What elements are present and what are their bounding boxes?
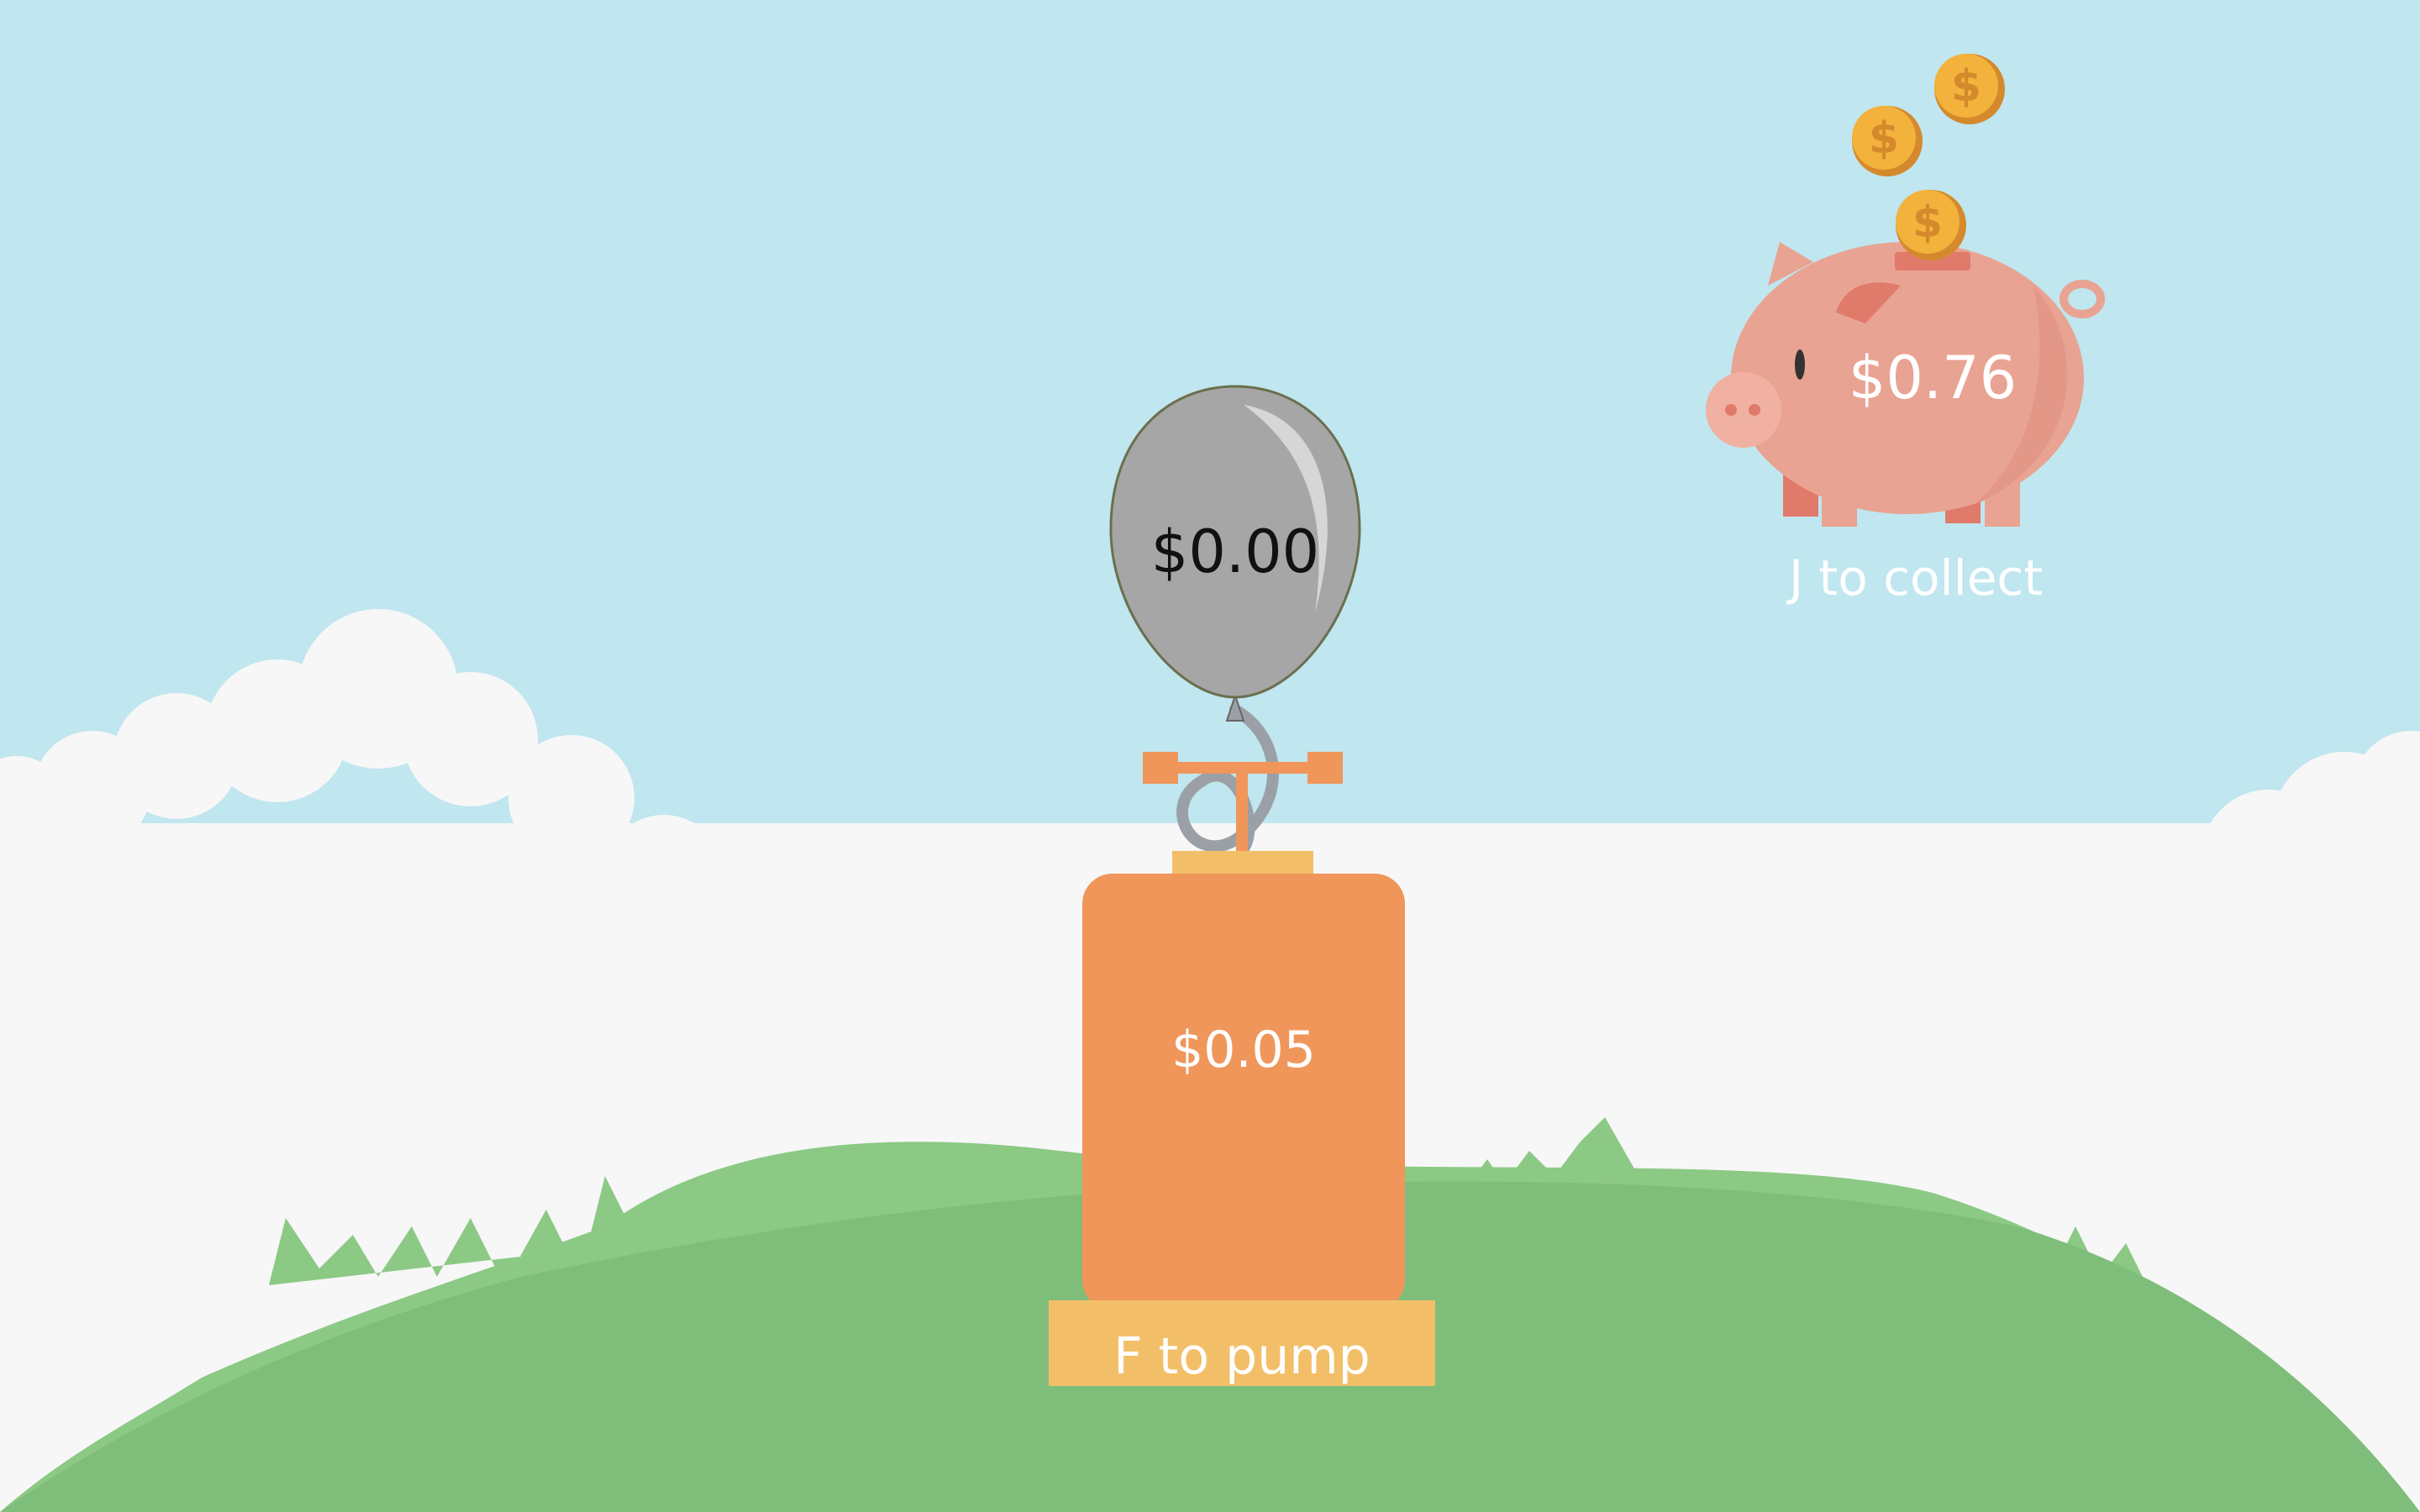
pump-button-label[interactable]: F to pump	[1049, 1326, 1435, 1388]
game-scene: $ $ $ $0.00 $0.05 F to pump $0.76 J to c…	[0, 0, 2420, 1512]
pump-rod	[1236, 769, 1248, 853]
pig-snout	[1706, 372, 1781, 448]
svg-text:$: $	[1912, 197, 1943, 248]
dollar-coin-icon: $	[1896, 190, 1966, 260]
svg-text:$: $	[1951, 61, 1981, 112]
piggy-bank-value: $0.76	[1848, 344, 2018, 412]
collect-label[interactable]: J to collect	[1731, 548, 2101, 608]
dollar-coin-icon: $	[1934, 54, 2005, 124]
pump-value: $0.05	[1171, 1021, 1316, 1079]
svg-text:$: $	[1869, 113, 1899, 164]
pig-eye	[1795, 349, 1805, 380]
pump-body	[1082, 874, 1405, 1310]
balloon-value: $0.00	[1150, 517, 1320, 586]
dollar-coin-icon: $	[1852, 106, 1923, 176]
